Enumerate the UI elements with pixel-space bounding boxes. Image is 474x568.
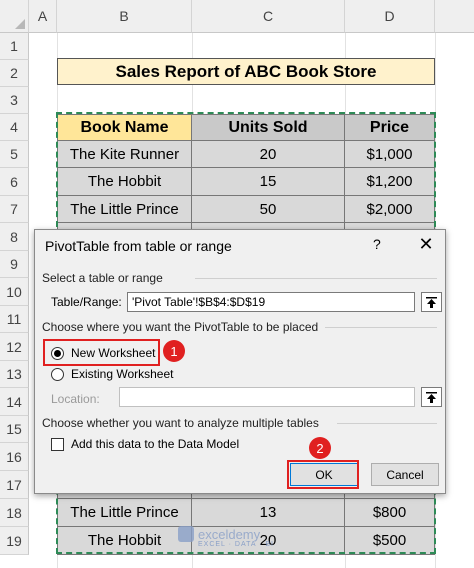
step-badge-2: 2 <box>309 437 331 459</box>
table-cell[interactable]: $1,000 <box>345 141 435 168</box>
watermark-logo: exceldemy <box>178 526 260 542</box>
row-header-17[interactable]: 17 <box>0 471 29 499</box>
table-cell[interactable]: The Little Prince <box>57 499 192 527</box>
row-header-14[interactable]: 14 <box>0 388 29 416</box>
location-input[interactable] <box>119 387 415 407</box>
column-header-a[interactable]: A <box>29 0 57 33</box>
step-badge-1: 1 <box>163 340 185 362</box>
section-select-table: Select a table or range <box>42 271 163 285</box>
column-header-c[interactable]: C <box>192 0 345 33</box>
exceldemy-logo-icon <box>178 526 194 542</box>
row-header-12[interactable]: 12 <box>0 333 29 361</box>
header-price[interactable]: Price <box>345 114 435 141</box>
table-cell[interactable]: The Hobbit <box>57 527 192 555</box>
row-header-8[interactable]: 8 <box>0 223 29 251</box>
existing-worksheet-label[interactable]: Existing Worksheet <box>71 367 174 381</box>
column-header-b[interactable]: B <box>57 0 192 33</box>
row-header-11[interactable]: 11 <box>0 306 29 333</box>
row-header-7[interactable]: 7 <box>0 196 29 223</box>
table-range-input[interactable]: 'Pivot Table'!$B$4:$D$19 <box>127 292 415 312</box>
row-header-10[interactable]: 10 <box>0 278 29 306</box>
row-header-4[interactable]: 4 <box>0 114 29 141</box>
table-cell[interactable]: $500 <box>345 527 435 555</box>
cancel-button[interactable]: Cancel <box>371 463 439 486</box>
table-cell[interactable]: 50 <box>192 196 345 223</box>
upload-arrow-icon <box>426 391 437 403</box>
table-cell[interactable]: $800 <box>345 499 435 527</box>
table-cell[interactable]: 13 <box>192 499 345 527</box>
row-header-1[interactable]: 1 <box>0 33 29 60</box>
help-button[interactable]: ? <box>373 236 381 252</box>
data-model-label[interactable]: Add this data to the Data Model <box>71 437 239 451</box>
report-title[interactable]: Sales Report of ABC Book Store <box>57 58 435 85</box>
watermark-tagline: EXCEL · DATA · BI <box>198 541 274 548</box>
highlight-new-worksheet <box>43 339 160 366</box>
location-label: Location: <box>51 392 100 406</box>
close-icon[interactable]: ✕ <box>415 233 437 255</box>
row-header-15[interactable]: 15 <box>0 416 29 443</box>
row-header-16[interactable]: 16 <box>0 443 29 471</box>
row-header-3[interactable]: 3 <box>0 87 29 114</box>
row-header-6[interactable]: 6 <box>0 168 29 196</box>
highlight-ok <box>287 460 359 489</box>
divider <box>337 423 437 424</box>
header-book-name[interactable]: Book Name <box>57 114 192 141</box>
select-all-corner[interactable] <box>0 0 29 33</box>
row-header-13[interactable]: 13 <box>0 361 29 388</box>
table-cell[interactable]: 15 <box>192 168 345 196</box>
table-cell[interactable]: The Kite Runner <box>57 141 192 168</box>
section-multiple-tables: Choose whether you want to analyze multi… <box>42 416 319 430</box>
watermark-name: exceldemy <box>198 526 261 542</box>
row-header-18[interactable]: 18 <box>0 499 29 527</box>
data-model-checkbox[interactable] <box>51 438 64 451</box>
location-collapse-button[interactable] <box>421 387 442 407</box>
table-range-label: Table/Range: <box>51 295 122 309</box>
dialog-title: PivotTable from table or range <box>45 238 232 254</box>
row-header-5[interactable]: 5 <box>0 141 29 168</box>
section-placement: Choose where you want the PivotTable to … <box>42 320 319 334</box>
table-cell[interactable]: $1,200 <box>345 168 435 196</box>
table-cell[interactable]: 20 <box>192 141 345 168</box>
table-cell[interactable]: The Little Prince <box>57 196 192 223</box>
upload-arrow-icon <box>426 296 437 308</box>
collapse-dialog-button[interactable] <box>421 292 442 312</box>
divider <box>325 327 437 328</box>
existing-worksheet-radio[interactable] <box>51 368 64 381</box>
row-header-2[interactable]: 2 <box>0 60 29 87</box>
table-cell[interactable]: $2,000 <box>345 196 435 223</box>
column-header-e[interactable] <box>435 0 474 33</box>
row-header-9[interactable]: 9 <box>0 251 29 278</box>
table-cell[interactable]: The Hobbit <box>57 168 192 196</box>
divider <box>195 278 437 279</box>
row-header-19[interactable]: 19 <box>0 527 29 555</box>
column-header-d[interactable]: D <box>345 0 435 33</box>
header-units-sold[interactable]: Units Sold <box>192 114 345 141</box>
